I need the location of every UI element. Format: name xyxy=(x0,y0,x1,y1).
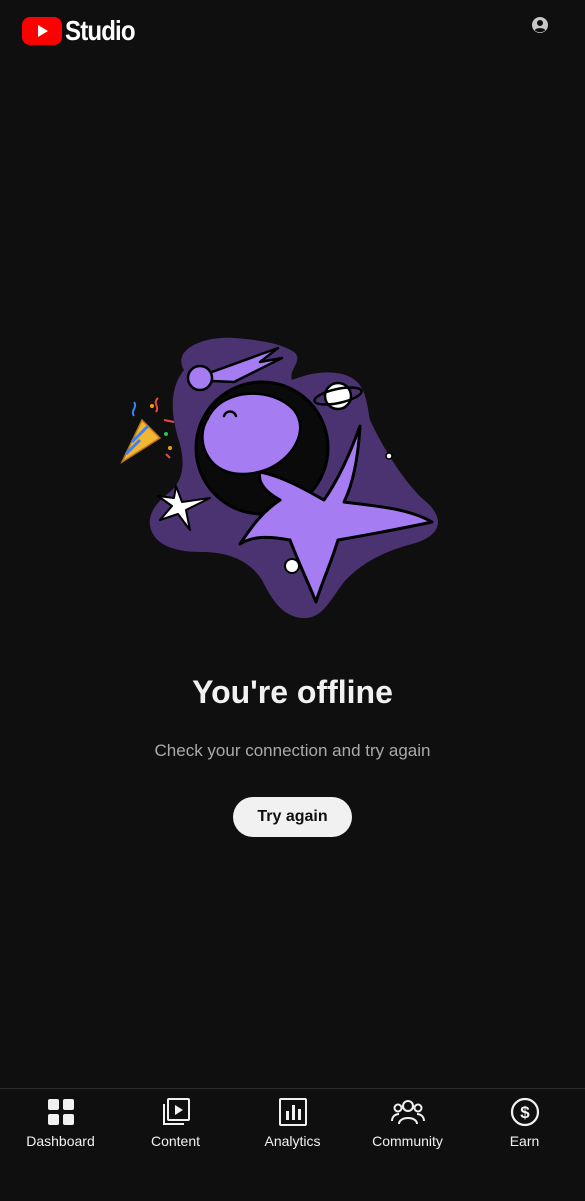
top-app-bar: Studio xyxy=(0,0,585,60)
tiny-dot xyxy=(385,452,393,460)
nav-item-community[interactable]: Community xyxy=(349,1097,466,1157)
party-popper-icon xyxy=(120,397,175,465)
analytics-icon xyxy=(278,1098,307,1126)
youtube-studio-logo[interactable]: Studio xyxy=(22,14,146,48)
content-icon xyxy=(162,1098,190,1125)
bottom-navigation: Dashboard Content Analytics Community $ … xyxy=(0,1088,585,1201)
community-icon xyxy=(390,1100,425,1125)
nav-label-earn: Earn xyxy=(509,1133,540,1149)
dashboard-icon xyxy=(47,1099,74,1125)
nav-label-analytics: Analytics xyxy=(264,1133,321,1149)
nav-item-dashboard[interactable]: Dashboard xyxy=(2,1097,119,1157)
small-dot xyxy=(284,558,300,574)
nav-label-content: Content xyxy=(150,1133,201,1149)
nav-label-community: Community xyxy=(372,1133,443,1149)
svg-text:$: $ xyxy=(520,1103,530,1122)
nav-item-content[interactable]: Content xyxy=(117,1097,234,1157)
nav-label-dashboard: Dashboard xyxy=(26,1133,95,1149)
youtube-play-icon xyxy=(22,17,62,45)
nav-item-analytics[interactable]: Analytics xyxy=(234,1097,351,1157)
account-circle-icon[interactable] xyxy=(531,16,549,34)
nav-item-earn[interactable]: $ Earn xyxy=(466,1097,583,1157)
offline-title: You're offline xyxy=(192,674,393,710)
offline-illustration xyxy=(120,337,438,619)
logo-text: Studio xyxy=(65,15,136,46)
try-again-button[interactable]: Try again xyxy=(233,797,352,837)
earn-icon: $ xyxy=(510,1097,539,1127)
offline-message: Check your connection and try again xyxy=(154,741,431,760)
